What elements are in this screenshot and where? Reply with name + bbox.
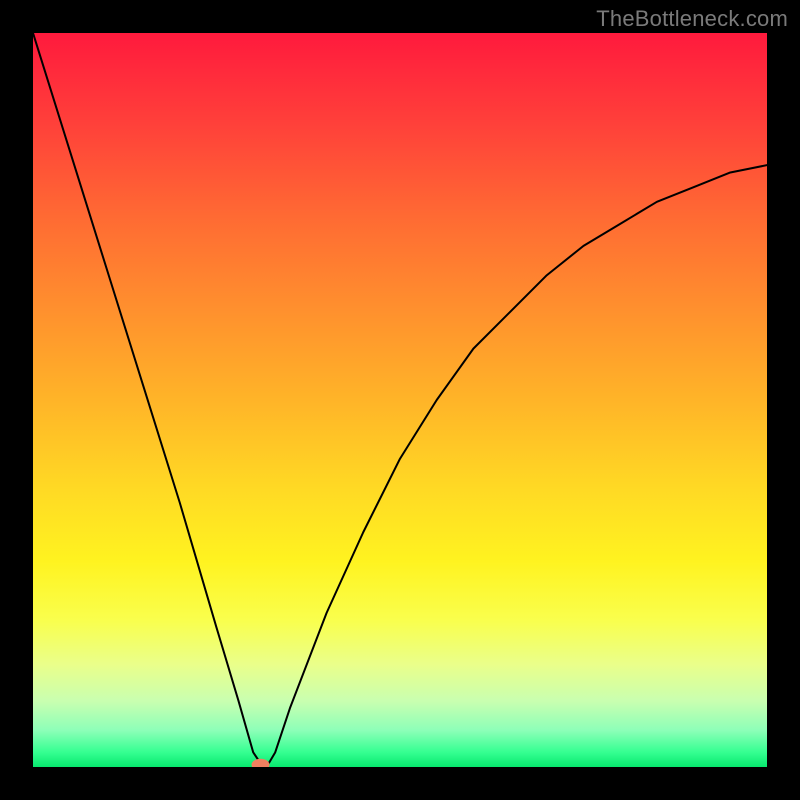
plot-area	[33, 33, 767, 767]
watermark-text: TheBottleneck.com	[596, 6, 788, 32]
min-marker	[252, 759, 270, 767]
chart-container: TheBottleneck.com	[0, 0, 800, 800]
plot-svg	[33, 33, 767, 767]
bottleneck-curve	[33, 33, 767, 765]
